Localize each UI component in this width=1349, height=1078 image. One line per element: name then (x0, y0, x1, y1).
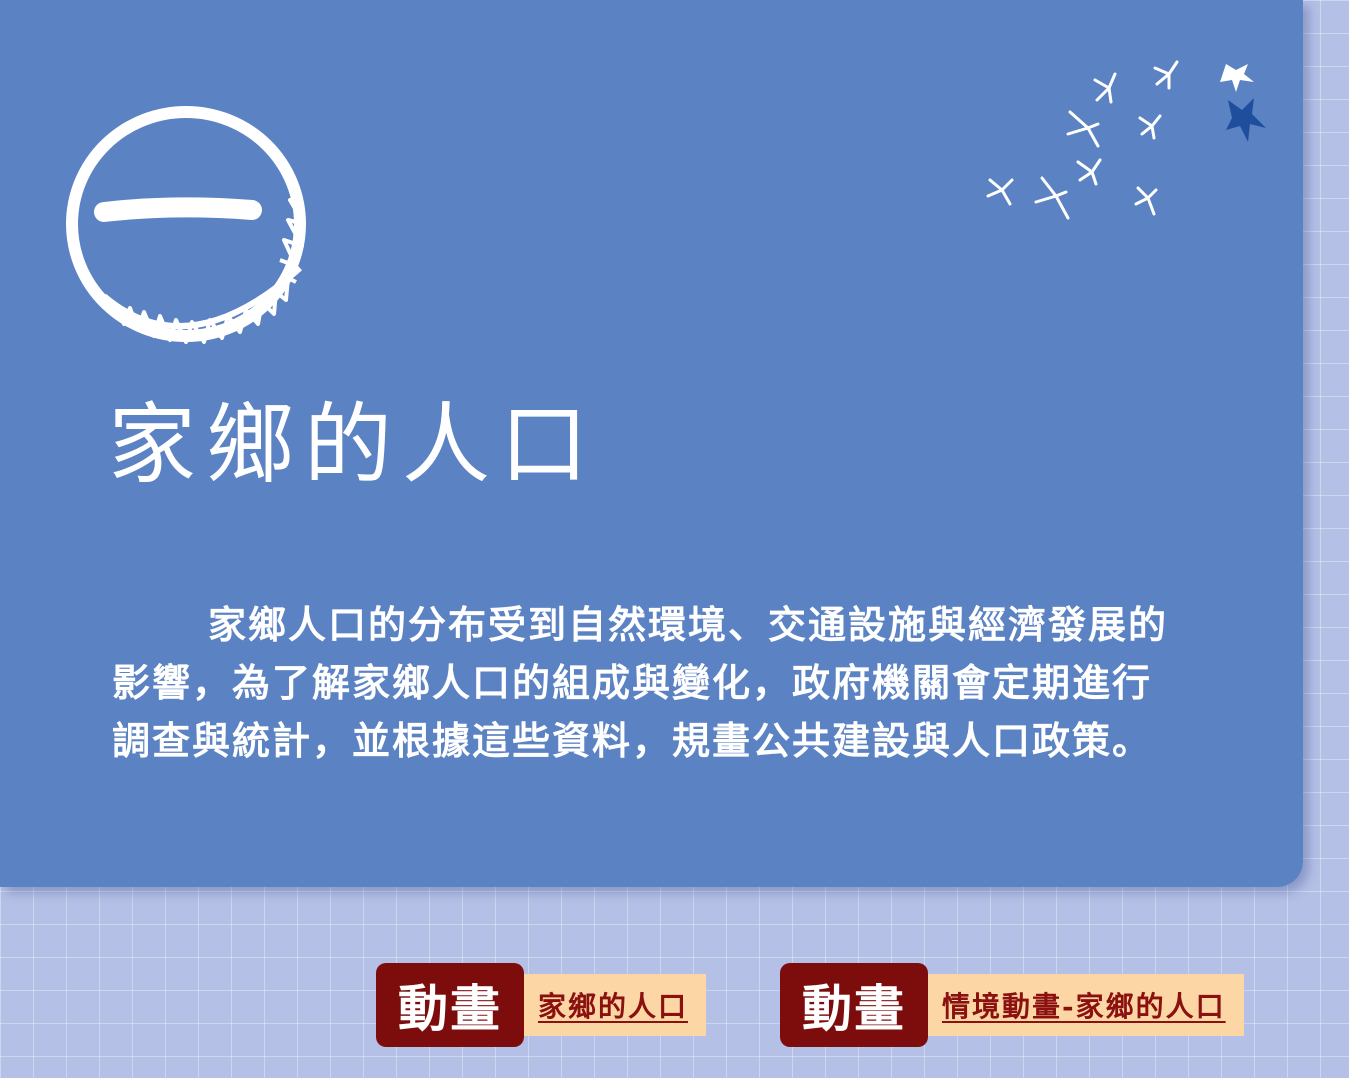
animation-link-label-container: 情境動畫-家鄉的人口 (926, 974, 1244, 1036)
section-paragraph: 家鄉人口的分布受到自然環境、交通設施與經濟發展的影響，為了解家鄉人口的組成與變化… (112, 602, 1169, 763)
circled-numeral-one-icon (66, 106, 306, 344)
animation-badge: 動畫 (780, 963, 928, 1047)
animation-link-label-container: 家鄉的人口 (522, 974, 707, 1036)
animation-link-hometown-population[interactable]: 家鄉的人口 (538, 985, 688, 1025)
section-title: 家鄉的人口 (108, 393, 599, 496)
flying-birds-icon (986, 60, 1266, 220)
content-card: 家鄉的人口 家鄉人口的分布受到自然環境、交通設施與經濟發展的影響，為了解家鄉人口… (0, 0, 1303, 887)
animation-link-scenario-hometown-population[interactable]: 情境動畫-家鄉的人口 (942, 985, 1226, 1025)
animation-link-2[interactable]: 動畫 情境動畫-家鄉的人口 (780, 963, 1244, 1047)
animation-badge: 動畫 (376, 963, 524, 1047)
animation-link-1[interactable]: 動畫 家鄉的人口 (376, 963, 707, 1047)
